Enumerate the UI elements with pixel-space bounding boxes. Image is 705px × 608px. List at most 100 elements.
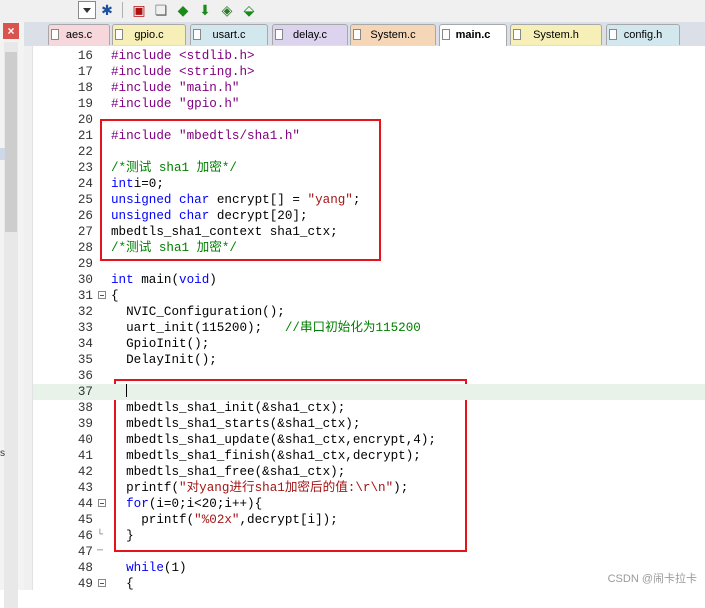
code-token: "yang" <box>307 193 353 207</box>
code-text: for(i=0;i<20;i++){ <box>111 496 262 512</box>
code-token: ) <box>209 273 217 287</box>
code-token: (i=0;i<20;i++){ <box>148 497 263 511</box>
code-token: #include "gpio.h" <box>111 97 240 111</box>
code-line[interactable]: 28 /*测试 sha1 加密*/ <box>33 240 705 256</box>
code-line[interactable]: 22 <box>33 144 705 160</box>
code-editor[interactable]: 16 #include <stdlib.h> 17 #include <string.… <box>33 46 705 591</box>
code-line[interactable]: 36 <box>33 368 705 384</box>
code-line[interactable]: 23 /*测试 sha1 加密*/ <box>33 160 705 176</box>
tab-aes-c[interactable]: aes.c <box>48 24 110 45</box>
code-token: decrypt[20]; <box>209 209 308 223</box>
code-line[interactable]: 32 NVIC_Configuration(); <box>33 304 705 320</box>
code-line[interactable]: 39 mbedtls_sha1_starts(&sha1_ctx); <box>33 416 705 432</box>
build-icon[interactable]: ▣ <box>130 1 148 19</box>
code-token: void <box>179 273 210 287</box>
code-line[interactable]: 20 <box>33 112 705 128</box>
tab-label: config.h <box>623 29 663 41</box>
code-text: unsigned char decrypt[20]; <box>111 208 308 224</box>
line-number: 45 <box>77 513 93 527</box>
tab-system-c[interactable]: System.c <box>350 24 436 45</box>
code-token: mbedtls_sha1_update(&sha1_ctx,encrypt,4)… <box>111 433 436 447</box>
code-token: ; <box>352 193 361 207</box>
code-line[interactable]: 47 ─ <box>33 544 705 560</box>
code-line[interactable]: 33 uart_init(115200); //串口初始化为115200 <box>33 320 705 336</box>
code-text: { <box>111 288 119 304</box>
code-text: /*测试 sha1 加密*/ <box>111 240 237 256</box>
code-token: /*测试 sha1 加密*/ <box>111 241 237 255</box>
code-line[interactable]: 44 for(i=0;i<20;i++){ <box>33 496 705 512</box>
code-line[interactable]: 17 #include <string.h> <box>33 64 705 80</box>
code-line[interactable]: 38 mbedtls_sha1_init(&sha1_ctx); <box>33 400 705 416</box>
code-line[interactable]: 37 <box>33 384 705 400</box>
code-text: #include "gpio.h" <box>111 96 239 112</box>
code-line[interactable]: 40 mbedtls_sha1_update(&sha1_ctx,encrypt… <box>33 432 705 448</box>
code-text: mbedtls_sha1_starts(&sha1_ctx); <box>111 416 360 432</box>
code-line[interactable]: 34 GpioInit(); <box>33 336 705 352</box>
tab-config-h[interactable]: config.h <box>606 24 680 45</box>
code-token: mbedtls_sha1_starts(&sha1_ctx); <box>111 417 361 431</box>
tab-gpio-c[interactable]: gpio.c <box>112 24 186 45</box>
fold-marker-icon: ─ <box>97 546 104 557</box>
code-line[interactable]: 27 mbedtls_sha1_context sha1_ctx; <box>33 224 705 240</box>
fold-toggle-icon[interactable] <box>98 499 106 507</box>
scrollbar-thumb[interactable] <box>5 52 17 232</box>
close-icon[interactable]: × <box>3 23 19 39</box>
line-number: 30 <box>77 273 93 287</box>
fold-toggle-icon[interactable] <box>98 579 106 587</box>
tab-label: System.h <box>533 29 579 41</box>
toolbar-dropdown[interactable] <box>78 1 96 19</box>
code-text: #include "main.h" <box>111 80 239 96</box>
tab-system-h[interactable]: System.h <box>510 24 602 45</box>
run-icon[interactable]: ⬙ <box>240 1 258 19</box>
tab-main-c[interactable]: main.c <box>439 24 507 46</box>
line-number: 46 <box>77 529 93 543</box>
line-number: 25 <box>77 193 93 207</box>
code-token: { <box>111 289 119 303</box>
code-line[interactable]: 43 printf("对yang进行sha1加密后的值:\r\n"); <box>33 480 705 496</box>
code-line[interactable]: 42 mbedtls_sha1_free(&sha1_ctx); <box>33 464 705 480</box>
code-line[interactable]: 21 #include "mbedtls/sha1.h" <box>33 128 705 144</box>
code-token: #include <stdlib.h> <box>111 49 255 63</box>
package-icon[interactable]: ◈ <box>218 1 236 19</box>
code-line[interactable]: 29 <box>33 256 705 272</box>
code-line[interactable]: 19 #include "gpio.h" <box>33 96 705 112</box>
code-line[interactable]: 45 printf("%02x",decrypt[i]); <box>33 512 705 528</box>
code-token: for <box>126 497 149 511</box>
code-token: NVIC_Configuration(); <box>111 305 285 319</box>
code-text: int main(void) <box>111 272 217 288</box>
code-line[interactable]: 30 int main(void) <box>33 272 705 288</box>
code-line[interactable]: 24 inti=0; <box>33 176 705 192</box>
code-line[interactable]: 41 mbedtls_sha1_finish(&sha1_ctx,decrypt… <box>33 448 705 464</box>
line-number: 27 <box>77 225 93 239</box>
code-line[interactable]: 16 #include <stdlib.h> <box>33 48 705 64</box>
code-text: #include <string.h> <box>111 64 255 80</box>
code-line[interactable]: 18 #include "main.h" <box>33 80 705 96</box>
tab-label: usart.c <box>212 29 246 41</box>
code-line[interactable]: 25 unsigned char encrypt[] = "yang"; <box>33 192 705 208</box>
project-panel: × s <box>0 22 25 608</box>
code-line[interactable]: 48 while(1) <box>33 560 705 576</box>
wand-icon[interactable]: ✱ <box>98 1 116 19</box>
file-icon <box>513 29 521 40</box>
fold-toggle-icon[interactable] <box>98 291 106 299</box>
code-token: "%02x" <box>194 513 240 527</box>
code-token: printf( <box>111 481 180 495</box>
text-caret <box>126 384 128 397</box>
code-line[interactable]: 46 └ } <box>33 528 705 544</box>
code-line[interactable]: 26 unsigned char decrypt[20]; <box>33 208 705 224</box>
editor-gutter <box>24 46 33 590</box>
code-line[interactable]: 35 DelayInit(); <box>33 352 705 368</box>
panel-scrollbar[interactable] <box>4 42 18 608</box>
tab-delay-c[interactable]: delay.c <box>272 24 348 45</box>
code-text: mbedtls_sha1_update(&sha1_ctx,encrypt,4)… <box>111 432 436 448</box>
code-line[interactable]: 31 { <box>33 288 705 304</box>
line-number: 41 <box>77 449 93 463</box>
code-token: uart_init(115200); <box>111 321 285 335</box>
code-text: DelayInit(); <box>111 352 217 368</box>
download-icon[interactable]: ⬇ <box>196 1 214 19</box>
line-number: 24 <box>77 177 93 191</box>
tab-usart-c[interactable]: usart.c <box>190 24 268 45</box>
diamond-icon[interactable]: ◆ <box>174 1 192 19</box>
stack-icon[interactable]: ❏ <box>152 1 170 19</box>
code-token: int <box>111 177 134 191</box>
